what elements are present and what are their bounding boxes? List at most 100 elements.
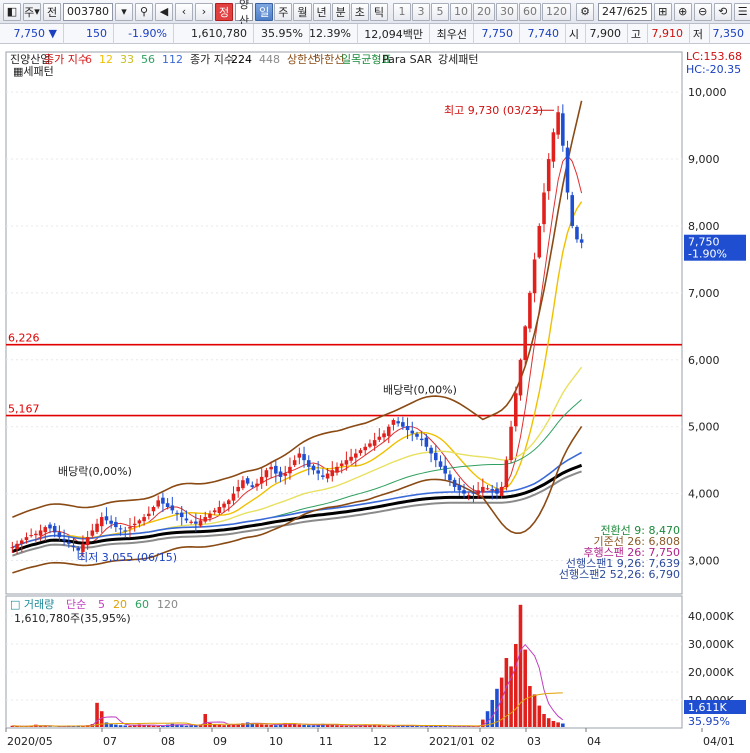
candle-body <box>340 464 344 467</box>
candle-body <box>29 535 33 536</box>
candle-body <box>189 522 193 523</box>
legend-hc: HC:-20.35 <box>686 63 741 76</box>
bar-count-field[interactable]: 247/625 <box>598 3 652 21</box>
stock-code-input[interactable]: 003780 <box>63 3 113 21</box>
range-button-20[interactable]: 20 <box>473 3 495 21</box>
grid-icon[interactable]: ⊞ <box>654 3 672 21</box>
volume-bar <box>185 726 189 727</box>
candle-body <box>213 510 217 512</box>
scroll-right-icon[interactable]: › <box>195 3 213 21</box>
volume-ma-60: 60 <box>135 598 149 611</box>
chart-layout-icon[interactable]: ◧ <box>3 3 21 21</box>
range-button-120[interactable]: 120 <box>542 3 571 21</box>
prev-button[interactable]: 전 <box>43 3 61 21</box>
candle-body <box>25 537 29 540</box>
volume-bar <box>528 686 532 727</box>
x-tick-label: 2020/05 <box>7 735 53 748</box>
last-price-tag-pct: -1.90% <box>688 248 727 261</box>
candle-body <box>354 453 358 457</box>
volume-bar <box>556 722 560 727</box>
candle-body <box>467 495 471 496</box>
ichimoku-value: 선행스팬2 52,26: 6,790 <box>559 568 680 581</box>
candle-body <box>185 518 189 520</box>
volume-bar <box>119 725 123 727</box>
settings-icon[interactable]: ⚙ <box>576 3 594 21</box>
high-annotation: 최고 9,730 (03/23) <box>444 104 543 117</box>
bar-count: 247/625 <box>602 5 648 18</box>
candle-body <box>171 505 175 510</box>
candle-body <box>523 326 527 360</box>
volume-bar <box>152 726 156 727</box>
price-change-pct: -1.90% <box>114 24 174 44</box>
candle-body <box>316 470 320 473</box>
candle-body <box>180 513 184 517</box>
menu-icon[interactable]: ☰ <box>734 3 750 21</box>
period-tab-6[interactable]: 틱 <box>370 3 388 21</box>
legend-ma-33: 33 <box>120 53 134 66</box>
range-button-60[interactable]: 60 <box>519 3 541 21</box>
range-button-30[interactable]: 30 <box>496 3 518 21</box>
candle-body <box>222 504 226 508</box>
volume-bar <box>345 726 349 727</box>
candle-body <box>415 434 419 437</box>
legend-ma-6: 6 <box>85 53 92 66</box>
price-value: 7,750 <box>14 27 46 40</box>
zoom-in-icon[interactable]: ⊕ <box>674 3 692 21</box>
search-icon[interactable]: ⚲ <box>135 3 153 21</box>
period-tab-3[interactable]: 년 <box>313 3 331 21</box>
candle-body <box>481 487 485 493</box>
market-select[interactable]: 주▾ <box>23 3 41 21</box>
volume-bar <box>335 725 339 727</box>
range-button-1[interactable]: 1 <box>393 3 411 21</box>
scroll-left-icon[interactable]: ‹ <box>175 3 193 21</box>
legend-sar: Para SAR <box>382 53 432 66</box>
reset-icon[interactable]: ⟲ <box>714 3 732 21</box>
chart-svg[interactable]: 10,0009,0008,0007,0006,0005,0004,0003,00… <box>0 44 750 750</box>
candle-body <box>218 507 222 513</box>
candle-body <box>363 447 367 450</box>
volume-bar <box>95 703 99 727</box>
speaker-icon[interactable]: ◀ <box>155 3 173 21</box>
candle-body <box>542 193 546 225</box>
period-tab-5[interactable]: 초 <box>351 3 369 21</box>
x-tick-label: 10 <box>269 735 283 748</box>
volume-bar <box>105 722 109 727</box>
x-tick-label: 07 <box>103 735 117 748</box>
volume-bar <box>43 726 47 727</box>
code-dropdown-icon[interactable]: ▾ <box>115 3 133 21</box>
range-button-3[interactable]: 3 <box>412 3 430 21</box>
open-price: 7,900 <box>586 24 628 44</box>
zoom-out-icon[interactable]: ⊖ <box>694 3 712 21</box>
stock-name-field[interactable]: 진양산업 <box>235 3 253 21</box>
candle-body <box>359 450 363 453</box>
high-label: 고 <box>628 24 648 44</box>
candle-body <box>556 112 560 134</box>
candle-body <box>561 113 565 145</box>
period-tab-0[interactable]: 일 <box>255 3 273 21</box>
vol-tick-label: 40,000K <box>688 610 734 623</box>
hline-label-2: 5,167 <box>8 403 40 416</box>
volume-tag-pct: 35.95% <box>688 715 730 728</box>
candle-body <box>345 460 349 464</box>
volume-bar <box>443 726 447 727</box>
volume-bar <box>109 724 113 727</box>
range-button-5[interactable]: 5 <box>431 3 449 21</box>
candle-body <box>199 520 203 525</box>
x-tick-label: 02 <box>481 735 495 748</box>
candle-body <box>552 132 556 161</box>
volume-bar <box>123 725 127 727</box>
period-tab-2[interactable]: 월 <box>293 3 311 21</box>
period-tab-4[interactable]: 분 <box>332 3 350 21</box>
candle-body <box>91 530 95 535</box>
range-button-10[interactable]: 10 <box>450 3 472 21</box>
candle-body <box>443 466 447 474</box>
candle-body <box>128 527 132 528</box>
candle-body <box>119 528 123 529</box>
candle-body <box>472 493 476 494</box>
candle-body <box>109 521 113 524</box>
volume-bar <box>533 694 537 727</box>
period-tab-1[interactable]: 주 <box>274 3 292 21</box>
chart-area[interactable]: 10,0009,0008,0007,0006,0005,0004,0003,00… <box>0 44 750 750</box>
candle-body <box>420 439 424 440</box>
candle-body <box>298 453 302 457</box>
